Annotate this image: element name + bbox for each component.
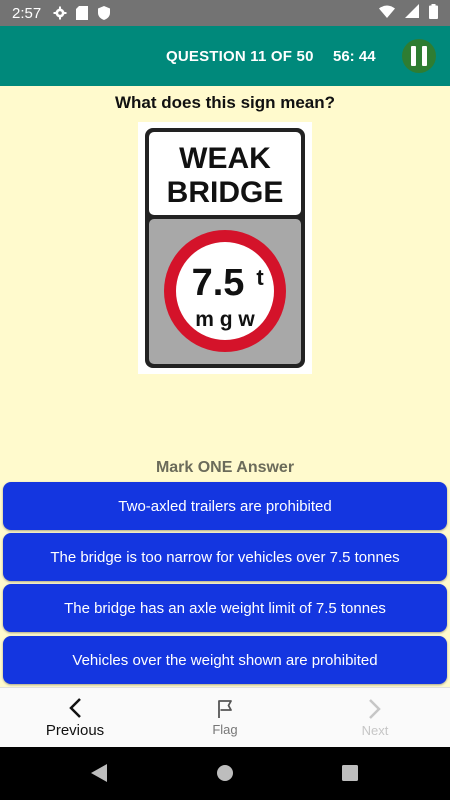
recents-icon[interactable] [341, 763, 359, 788]
pause-icon [411, 46, 416, 66]
system-navigation-bar [0, 747, 450, 800]
settings-icon [53, 6, 67, 20]
next-label: Next [361, 723, 389, 738]
answer-option-1[interactable]: Two-axled trailers are prohibited [3, 482, 447, 530]
sign-text-weak: WEAK [179, 142, 271, 175]
road-sign-image: WEAK BRIDGE 7.5 t m g w [138, 122, 312, 374]
chevron-right-icon [369, 699, 381, 719]
back-icon[interactable] [90, 763, 108, 788]
sd-card-icon [75, 6, 89, 20]
chevron-left-icon [69, 698, 81, 718]
flag-icon [218, 700, 232, 718]
status-bar: 2:57 [0, 0, 450, 26]
answer-option-4[interactable]: Vehicles over the weight shown are prohi… [3, 636, 447, 684]
next-button[interactable]: Next [300, 688, 450, 748]
answer-instruction: Mark ONE Answer [155, 459, 295, 476]
signal-icon [405, 4, 419, 22]
question-text: What does this sign mean? [114, 93, 336, 112]
battery-icon [429, 3, 438, 23]
answer-option-2[interactable]: The bridge is too narrow for vehicles ov… [3, 533, 447, 581]
countdown-timer: 56: 44 [333, 48, 376, 65]
wifi-icon [379, 5, 395, 22]
flag-label: Flag [212, 722, 238, 737]
pause-button[interactable] [402, 39, 436, 73]
sign-text-limit: 7.5 [192, 262, 245, 304]
flag-button[interactable]: Flag [150, 688, 300, 748]
sign-text-mgw: m g w [195, 308, 255, 331]
status-time: 2:57 [12, 4, 42, 22]
previous-label: Previous [45, 722, 105, 739]
previous-button[interactable]: Previous [0, 688, 150, 748]
sign-text-unit: t [256, 265, 264, 290]
question-counter: QUESTION 11 OF 50 [166, 48, 314, 65]
home-icon[interactable] [216, 763, 234, 788]
quiz-header: QUESTION 11 OF 50 56: 44 [0, 26, 450, 86]
shield-icon [97, 6, 111, 20]
bottom-navigation: Previous Flag Next [0, 687, 450, 747]
answer-option-3[interactable]: The bridge has an axle weight limit of 7… [3, 584, 447, 632]
sign-text-bridge: BRIDGE [167, 176, 284, 209]
